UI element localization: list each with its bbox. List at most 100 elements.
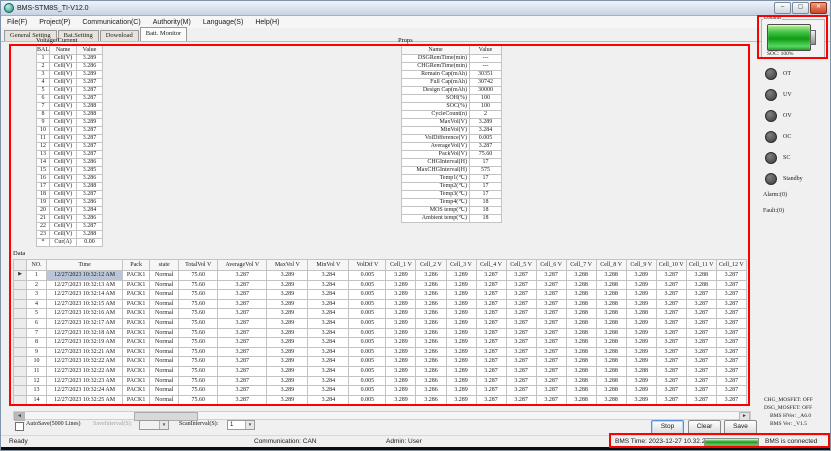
cell: 3.289 — [470, 119, 502, 127]
cell: 3.287 — [656, 309, 686, 319]
cell: 12 — [27, 376, 47, 386]
table-row[interactable]: 812/27/2023 10:32:19 AMPACK1Normal75.603… — [14, 338, 747, 348]
saveinterval-select[interactable]: ▼ — [139, 420, 169, 430]
horizontal-scrollbar[interactable]: ◄ ► — [13, 411, 751, 420]
cell: 3.287 — [656, 328, 686, 338]
cell: PACK1 — [123, 280, 150, 290]
cell: 3.288 — [626, 366, 656, 376]
cell: Cell(V) — [50, 199, 77, 207]
stop-button[interactable]: Stop — [651, 420, 684, 435]
cell: 3.286 — [77, 175, 103, 183]
menu-item-authority-m[interactable]: Authority(M) — [147, 19, 197, 26]
cell: 3.289 — [446, 290, 476, 300]
save-button[interactable]: Save — [724, 420, 757, 435]
menu-item-help-h[interactable]: Help(H) — [249, 19, 285, 26]
table-row: 6Cell(V)3.287 — [37, 95, 103, 103]
cell: 3.287 — [716, 271, 746, 281]
cell: 100 — [470, 95, 502, 103]
cell: 3.284 — [308, 318, 349, 328]
cell: 3.289 — [626, 376, 656, 386]
cell: 3.288 — [566, 309, 596, 319]
cell: 3.289 — [446, 357, 476, 367]
cell: 13 — [37, 151, 50, 159]
cell: 3.289 — [386, 338, 416, 348]
cell: 3.289 — [386, 357, 416, 367]
cell: Cell(V) — [50, 191, 77, 199]
cell: 12/27/2023 10:32:24 AM — [47, 386, 123, 396]
table-row[interactable]: 612/27/2023 10:32:17 AMPACK1Normal75.603… — [14, 318, 747, 328]
cell: 3.289 — [446, 338, 476, 348]
autosave-checkbox[interactable] — [15, 422, 24, 431]
led-row-sc: SC — [765, 153, 803, 163]
cell: Normal — [150, 309, 179, 319]
tab-download[interactable]: Download — [100, 30, 139, 41]
cell: 3.288 — [596, 366, 626, 376]
menu-item-file-f[interactable]: File(F) — [1, 19, 33, 26]
bms-ver: BMS Ver: _V1.5 — [764, 420, 813, 428]
cell: 3.287 — [218, 271, 267, 281]
table-row[interactable]: 412/27/2023 10:32:15 AMPACK1Normal75.603… — [14, 299, 747, 309]
close-icon[interactable]: ✕ — [810, 2, 827, 14]
cell: 75.60 — [179, 338, 218, 348]
column-header: Cell_10 V — [656, 260, 686, 271]
cell: 3.289 — [626, 347, 656, 357]
cell: Normal — [150, 386, 179, 396]
scaninterval-select[interactable]: 1 ▼ — [227, 420, 255, 430]
cell: 3.287 — [656, 299, 686, 309]
cell: 8 — [27, 338, 47, 348]
cell: Normal — [150, 376, 179, 386]
table-row: 22Cell(V)3.287 — [37, 223, 103, 231]
minimize-icon[interactable]: – — [774, 2, 791, 14]
cell: 0.005 — [349, 338, 386, 348]
table-row: DSGRemTime(min)--- — [402, 55, 502, 63]
cell: 3.287 — [218, 318, 267, 328]
cell: Cell(V) — [50, 231, 77, 239]
cell: 3.287 — [218, 280, 267, 290]
cell: 3.289 — [267, 376, 308, 386]
cell: 3.289 — [267, 395, 308, 405]
cell: 3.289 — [267, 318, 308, 328]
table-row[interactable]: 712/27/2023 10:32:18 AMPACK1Normal75.603… — [14, 328, 747, 338]
column-header: NO. — [27, 260, 47, 271]
menu-item-project-p[interactable]: Project(P) — [33, 19, 76, 26]
table-row[interactable]: 312/27/2023 10:32:14 AMPACK1Normal75.603… — [14, 290, 747, 300]
column-header: Cell_1 V — [386, 260, 416, 271]
tab-batt-monitor[interactable]: Batt. Monitor — [140, 27, 187, 41]
cell: 3.287 — [476, 366, 506, 376]
table-row[interactable]: 1112/27/2023 10:32:22 AMPACK1Normal75.60… — [14, 366, 747, 376]
connection-status: BMS is connected — [765, 438, 817, 445]
column-header: Cell_6 V — [536, 260, 566, 271]
table-row: CHGRemTime(min)--- — [402, 63, 502, 71]
led-row-ot: OT — [765, 69, 803, 79]
cell: 3.289 — [267, 386, 308, 396]
table-row[interactable]: 1312/27/2023 10:32:24 AMPACK1Normal75.60… — [14, 386, 747, 396]
maximize-icon[interactable]: ▢ — [792, 2, 809, 14]
cell: 3.287 — [218, 347, 267, 357]
table-row[interactable]: 512/27/2023 10:32:16 AMPACK1Normal75.603… — [14, 309, 747, 319]
cell: 3.287 — [476, 386, 506, 396]
table-row[interactable]: ▶112/27/2023 10:32:12 AMPACK1Normal75.60… — [14, 271, 747, 281]
cell: MaxVol(V) — [402, 119, 470, 127]
cell: 3.285 — [77, 167, 103, 175]
cell: 3.288 — [596, 271, 626, 281]
table-row: MaxVol(V)3.289 — [402, 119, 502, 127]
window-title: BMS-STM8S_TI-V12.0 — [17, 5, 89, 12]
table-row[interactable]: 1012/27/2023 10:32:22 AMPACK1Normal75.60… — [14, 357, 747, 367]
cell: 3.287 — [716, 386, 746, 396]
table-row[interactable]: 912/27/2023 10:32:21 AMPACK1Normal75.603… — [14, 347, 747, 357]
table-row: 18Cell(V)3.287 — [37, 191, 103, 199]
scaninterval-label: ScanInterval(S): — [179, 421, 218, 427]
table-row[interactable]: 212/27/2023 10:32:13 AMPACK1Normal75.603… — [14, 280, 747, 290]
menu-item-communication-c[interactable]: Communication(C) — [76, 19, 146, 26]
table-row[interactable]: 1412/27/2023 10:32:25 AMPACK1Normal75.60… — [14, 395, 747, 405]
scroll-left-icon[interactable]: ◄ — [14, 412, 25, 421]
clear-button[interactable]: Clear — [688, 420, 721, 435]
table-row[interactable]: 1212/27/2023 10:32:23 AMPACK1Normal75.60… — [14, 376, 747, 386]
cell: 3.287 — [506, 357, 536, 367]
menu-item-language-s[interactable]: Language(S) — [197, 19, 249, 26]
cell: PACK1 — [123, 376, 150, 386]
cell: Normal — [150, 395, 179, 405]
row-marker-header — [14, 260, 27, 271]
cell: 3.287 — [470, 143, 502, 151]
cell: 22 — [37, 223, 50, 231]
